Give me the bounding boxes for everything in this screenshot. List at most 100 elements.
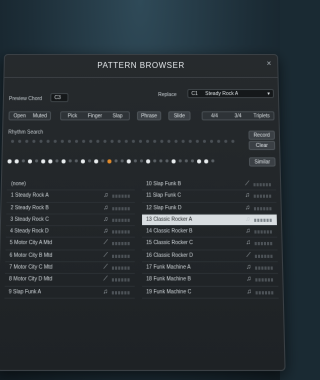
pattern-meter-icon xyxy=(254,219,273,222)
slide-icon: ⟋ xyxy=(104,238,108,249)
slap-button[interactable]: Slap xyxy=(106,112,129,119)
pattern-name: 10 Slap Funk B xyxy=(146,179,181,189)
rhythm-pad[interactable] xyxy=(174,140,177,143)
pattern-list-item[interactable]: (none) xyxy=(7,179,135,191)
pattern-list-item[interactable]: 16 Classic Rocker D ⟋ xyxy=(142,250,278,262)
rhythm-pad[interactable] xyxy=(54,140,57,143)
rhythm-pad[interactable] xyxy=(89,140,92,143)
pattern-list-item[interactable]: 14 Classic Rocker B ♫ xyxy=(142,226,277,238)
replace-label: Replace xyxy=(158,92,177,98)
pattern-meter-icon xyxy=(112,291,131,294)
rhythm-pad[interactable] xyxy=(47,140,50,143)
rhythm-pad[interactable] xyxy=(39,140,42,143)
rhythm-pad[interactable] xyxy=(25,140,28,143)
rhythm-pad[interactable] xyxy=(203,140,206,143)
pattern-list-item[interactable]: 19 Funk Machine C ♫ xyxy=(142,287,279,299)
pattern-meter-icon xyxy=(112,267,131,270)
open-button[interactable]: Open xyxy=(10,112,30,119)
title-divider xyxy=(4,77,277,78)
pattern-name: 3 Steady Rock C xyxy=(10,214,49,225)
rhythm-pad[interactable] xyxy=(68,140,71,143)
rhythm-pad[interactable] xyxy=(153,140,156,143)
pattern-list-item[interactable]: 2 Steady Rock B ♫ xyxy=(6,203,135,215)
muted-button[interactable]: Muted xyxy=(30,112,50,119)
pattern-meter-icon xyxy=(255,243,274,246)
pattern-list-item[interactable]: 4 Steady Rock D ♫ xyxy=(6,226,135,238)
similar-button[interactable]: Similar xyxy=(249,157,276,166)
rhythm-pad[interactable] xyxy=(118,140,121,143)
pattern-name: 8 Motor City D Mtd xyxy=(9,274,53,285)
rhythm-pad[interactable] xyxy=(139,140,142,143)
rhythm-pad[interactable] xyxy=(61,140,64,143)
pattern-list-item[interactable]: 10 Slap Funk B ⟋ xyxy=(142,179,276,191)
rhythm-pad[interactable] xyxy=(75,140,78,143)
pattern-list-item[interactable]: 3 Steady Rock C ♫ xyxy=(6,214,135,226)
rhythm-pad[interactable] xyxy=(132,140,135,143)
pick-button[interactable]: Pick xyxy=(61,112,84,119)
rhythm-pad[interactable] xyxy=(167,140,170,143)
rhythm-pad[interactable] xyxy=(210,140,213,143)
pattern-name: 11 Slap Funk C xyxy=(146,191,181,201)
rhythm-step-dot xyxy=(127,159,131,163)
rhythm-pad[interactable] xyxy=(111,140,114,143)
rhythm-pad[interactable] xyxy=(125,140,128,143)
pattern-list-item[interactable]: 18 Funk Machine B ♫ xyxy=(142,274,278,286)
music-note-icon: ♫ xyxy=(103,226,108,237)
slide-button[interactable]: Slide xyxy=(168,111,190,120)
rhythm-search-pads[interactable] xyxy=(11,140,238,143)
rhythm-pad[interactable] xyxy=(196,140,199,143)
rhythm-pad[interactable] xyxy=(189,140,192,143)
rhythm-pad[interactable] xyxy=(160,140,163,143)
pattern-list-item[interactable]: 7 Motor City C Mtd ⟋ xyxy=(5,262,135,274)
preview-chord-select[interactable]: C3 xyxy=(50,93,68,102)
replace-select[interactable]: C1 Steady Rock A ▾ xyxy=(187,89,274,98)
close-icon[interactable]: × xyxy=(266,59,271,68)
pattern-list-item[interactable]: 17 Funk Machine A ♫ xyxy=(142,262,278,274)
pattern-meter-icon xyxy=(112,231,131,234)
rhythm-step-dot xyxy=(204,159,208,163)
pattern-list-item[interactable]: 1 Steady Rock A ♫ xyxy=(7,191,135,203)
record-button[interactable]: Record xyxy=(248,131,275,140)
pattern-list-item[interactable]: 5 Motor City A Mtd ⟋ xyxy=(5,238,134,250)
rhythm-step-dot xyxy=(94,159,98,163)
rhythm-pad[interactable] xyxy=(32,140,35,143)
slide-icon: ⟋ xyxy=(103,250,107,261)
pattern-list-item[interactable]: 11 Slap Funk C ♫ xyxy=(142,191,276,203)
pattern-name: 7 Motor City C Mtd xyxy=(9,262,52,273)
pattern-list-item[interactable]: 9 Slap Funk A ♫ xyxy=(4,287,134,299)
pattern-list-item[interactable]: 13 Classic Rocker A ♫ xyxy=(142,214,277,226)
pattern-list-item[interactable]: 6 Motor City B Mtd ⟋ xyxy=(5,250,135,262)
pattern-list-item[interactable]: 15 Classic Rocker C ♫ xyxy=(142,238,278,250)
rhythm-pad[interactable] xyxy=(146,140,149,143)
triplets-button[interactable]: Triplets xyxy=(250,112,274,119)
meter-4-4-button[interactable]: 4/4 xyxy=(203,112,227,119)
rhythm-pad[interactable] xyxy=(182,140,185,143)
rhythm-pad[interactable] xyxy=(11,140,14,143)
pattern-meter-icon xyxy=(256,291,275,294)
finger-button[interactable]: Finger xyxy=(84,112,107,119)
rhythm-step-dot xyxy=(179,159,182,162)
rhythm-pad[interactable] xyxy=(82,140,85,143)
technique-group: Pick Finger Slap xyxy=(60,111,130,120)
slide-icon: ⟋ xyxy=(245,179,249,189)
rhythm-pad[interactable] xyxy=(103,140,106,143)
rhythm-pad[interactable] xyxy=(217,140,220,143)
rhythm-search-label: Rhythm Search xyxy=(8,130,43,136)
rhythm-pad[interactable] xyxy=(224,140,227,143)
pattern-rhythm-display xyxy=(7,159,217,163)
pattern-list-right: 10 Slap Funk B ⟋ 11 Slap Funk C ♫ 12 Slap Fu… xyxy=(142,179,279,299)
rhythm-step-dot xyxy=(146,159,150,163)
pattern-name: 14 Classic Rocker B xyxy=(146,226,192,237)
music-note-icon: ♫ xyxy=(245,191,250,201)
meter-3-4-button[interactable]: 3/4 xyxy=(226,112,250,119)
rhythm-pad[interactable] xyxy=(231,140,234,143)
window-title: PATTERN BROWSER xyxy=(5,61,278,70)
phrase-button[interactable]: Phrase xyxy=(137,111,161,120)
clear-button[interactable]: Clear xyxy=(249,141,276,150)
pattern-list-item[interactable]: 8 Motor City D Mtd ⟋ xyxy=(5,274,135,286)
pattern-list-item[interactable]: 12 Slap Funk D ♫ xyxy=(142,203,277,215)
rhythm-step-dot xyxy=(88,159,91,162)
slide-icon: ⟋ xyxy=(103,262,107,273)
rhythm-pad[interactable] xyxy=(18,140,21,143)
rhythm-pad[interactable] xyxy=(96,140,99,143)
